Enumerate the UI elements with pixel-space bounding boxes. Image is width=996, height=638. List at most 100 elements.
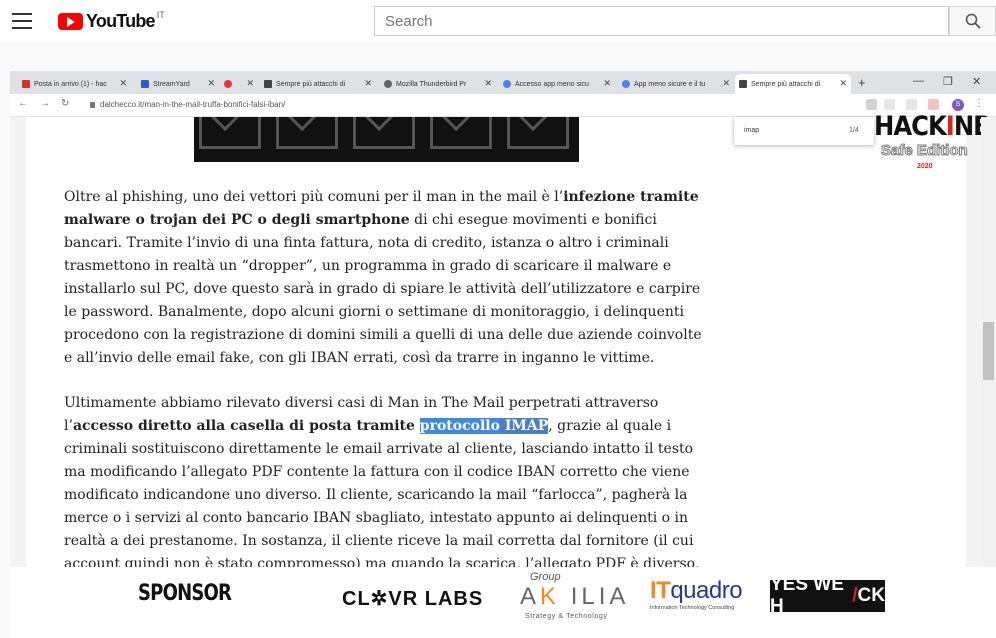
sponsor-heading: SPONSOR — [138, 581, 232, 606]
page-scrollbar[interactable] — [981, 117, 996, 567]
lock-icon — [90, 101, 95, 108]
minimize-icon[interactable]: — — [913, 75, 924, 87]
tab-label: StreamYard — [153, 80, 190, 88]
tab-label: App meno sicure e il tu — [634, 80, 706, 88]
streamyard-icon — [141, 80, 149, 88]
itquadro-tagline: Information Technology Consulting — [650, 605, 735, 611]
tab-dalchecco-1[interactable]: Sempre più attacchi di ✕ — [260, 74, 376, 94]
logo-letter: CK — [857, 585, 885, 606]
close-icon[interactable]: ✕ — [484, 78, 492, 89]
window-close-icon[interactable]: ✕ — [972, 75, 981, 88]
envelope-icon — [430, 117, 492, 149]
extension-icon[interactable] — [884, 99, 895, 110]
envelope-icon — [276, 117, 338, 149]
tab-label: Accesso app meno sicu — [515, 80, 589, 88]
envelope-icon — [353, 117, 415, 149]
url-field[interactable]: dalchecco.it/man-in-the-mail-truffa-boni… — [90, 100, 285, 109]
search-button[interactable] — [949, 6, 996, 36]
article-hero-image — [194, 117, 579, 162]
logo-letter: ACK — [893, 111, 946, 142]
video-player[interactable]: Posta in arrivo (1) - hac ✕ StreamYard ✕… — [10, 71, 996, 567]
hackinbo-year: 2020 — [917, 163, 933, 170]
youtube-logo[interactable]: YouTube IT — [58, 10, 165, 32]
extension-icon[interactable] — [866, 99, 877, 110]
forward-icon[interactable]: → — [40, 98, 50, 109]
google-icon — [503, 80, 511, 88]
tab-google-1[interactable]: Accesso app meno sicu ✕ — [499, 74, 615, 94]
google-icon — [622, 80, 630, 88]
close-icon[interactable]: ✕ — [207, 78, 215, 89]
logo-letter: A — [520, 583, 541, 610]
hackinbo-title: HACKINBO — [874, 111, 996, 142]
record-icon — [224, 80, 232, 88]
youtube-logo-text: YouTube — [86, 11, 156, 31]
akilia-tagline: Strategy & Technology — [525, 613, 608, 620]
text: , grazie al quale i criminali sostituisc… — [64, 418, 700, 567]
close-icon[interactable]: ✕ — [722, 78, 730, 89]
article-paragraph: Ultimamente abbiamo rilevato diversi cas… — [64, 392, 704, 567]
clovr-labs-logo: CL✲VR LABS — [342, 588, 484, 610]
close-icon[interactable]: ✕ — [364, 78, 372, 89]
tab-streamyard[interactable]: StreamYard ✕ — [137, 74, 219, 94]
hackinbo-subtitle: Safe Edition — [881, 142, 969, 160]
logo-letter: I — [945, 111, 955, 142]
tab-gmail[interactable]: Posta in arrivo (1) - hac ✕ — [18, 74, 131, 94]
find-in-page-bar[interactable]: imap 1/4 — [734, 117, 874, 145]
scrollbar-thumb[interactable] — [983, 322, 994, 380]
web-page: Oltre al phishing, uno dei vettori più c… — [26, 117, 966, 567]
akilia-logo: Group AK ILIA Strategy & Technology — [520, 571, 635, 631]
menu-icon[interactable] — [12, 13, 32, 29]
tab-google-2[interactable]: App meno sicure e il tu ✕ — [618, 74, 734, 94]
search-input[interactable] — [375, 7, 948, 35]
more-menu-icon[interactable]: ⋮ — [974, 98, 984, 109]
thunderbird-icon — [384, 80, 392, 88]
find-highlight: IMAP — [499, 418, 549, 434]
akilia-group-text: Group — [530, 571, 561, 583]
tab-thunderbird[interactable]: Mozilla Thunderbird Pr ✕ — [380, 74, 496, 94]
close-icon[interactable]: ✕ — [839, 78, 847, 89]
tab-recording[interactable]: ✕ — [220, 74, 258, 94]
tab-label: Sempre più attacchi di — [751, 80, 821, 88]
close-icon[interactable]: ✕ — [603, 78, 611, 89]
tab-label: Posta in arrivo (1) - hac — [34, 80, 107, 88]
find-query[interactable]: imap — [744, 127, 759, 134]
akilia-name: AK ILIA — [520, 583, 629, 611]
youtube-header: YouTube IT — [0, 0, 996, 42]
logo-letter: H — [874, 111, 894, 142]
logo-letter: N — [953, 111, 974, 142]
site-icon — [264, 80, 272, 88]
text: Oltre al phishing, uno dei vettori più c… — [64, 189, 564, 205]
address-bar: ← → ↻ dalchecco.it/man-in-the-mail-truff… — [10, 94, 996, 117]
envelope-icon — [199, 117, 261, 149]
envelope-icon — [507, 117, 569, 149]
zoom-icon[interactable] — [906, 99, 917, 110]
tab-dalchecco-active[interactable]: Sempre più attacchi di ✕ — [735, 74, 851, 94]
back-icon[interactable]: ← — [18, 98, 28, 109]
search-box[interactable] — [374, 6, 949, 36]
logo-letter: IT — [650, 577, 671, 604]
find-count: 1/4 — [849, 127, 859, 134]
yes-we-hack-logo: YES WE H / CK — [770, 574, 885, 617]
itquadro-name: ITquadro — [650, 577, 743, 605]
logo-letter: quadro — [670, 577, 743, 604]
profile-avatar[interactable]: S — [952, 99, 964, 111]
logo-letter: YES WE H — [770, 574, 844, 617]
sponsor-banner: SPONSOR CL✲VR LABS Group AK ILIA Strateg… — [10, 567, 996, 638]
new-tab-button[interactable]: + — [858, 75, 866, 90]
find-highlight-current: protocollo — [419, 418, 500, 434]
browser-tab-bar: Posta in arrivo (1) - hac ✕ StreamYard ✕… — [10, 71, 996, 94]
tab-label: Mozilla Thunderbird Pr — [396, 80, 467, 88]
article-body: Oltre al phishing, uno dei vettori più c… — [64, 186, 704, 567]
bold-text: accesso diretto alla casella di posta tr… — [72, 418, 420, 434]
reload-icon[interactable]: ↻ — [61, 98, 69, 109]
gmail-icon — [22, 80, 30, 88]
maximize-icon[interactable]: ❐ — [943, 75, 953, 88]
cast-icon[interactable] — [928, 99, 939, 110]
close-icon[interactable]: ✕ — [246, 78, 254, 89]
logo-letter: ILIA — [560, 583, 630, 610]
hackinbo-logo: HACKINBO Safe Edition 2020 — [870, 111, 996, 177]
close-icon[interactable]: ✕ — [119, 78, 127, 89]
site-icon — [739, 80, 747, 88]
text: di chi esegue movimenti e bonifici banca… — [64, 212, 702, 366]
tab-label: Sempre più attacchi di — [276, 80, 346, 88]
